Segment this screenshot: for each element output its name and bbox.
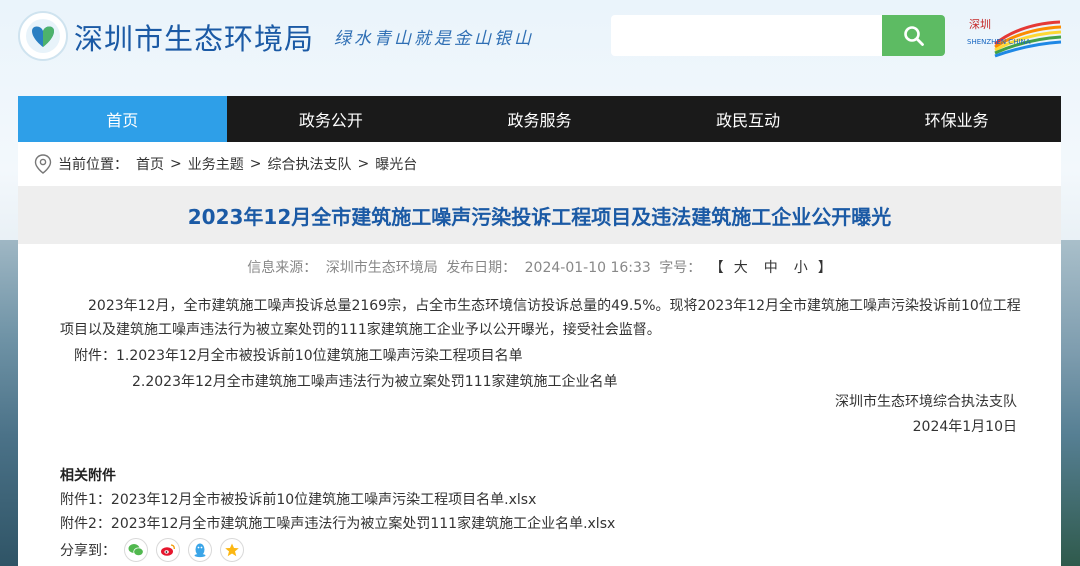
share-label: 分享到：	[60, 543, 116, 559]
title-band: 2023年12月全市建筑施工噪声污染投诉工程项目及违法建筑施工企业公开曝光	[18, 186, 1061, 244]
breadcrumb-enforcement[interactable]: 综合执法支队	[267, 154, 351, 174]
search-button[interactable]	[882, 15, 945, 56]
fontsize-large-button[interactable]: 大	[734, 260, 748, 276]
background-scenery-right	[1061, 240, 1080, 566]
shenzhen-china-logo: 深圳 SHENZHEN CHINA	[965, 14, 1063, 58]
search-icon	[903, 25, 924, 46]
share-bar: 分享到：	[60, 538, 244, 562]
signature-org: 深圳市生态环境综合执法支队	[835, 394, 1017, 410]
breadcrumb-prefix: 当前位置：	[58, 157, 128, 173]
site-logo-icon[interactable]	[18, 11, 68, 61]
nav-item-home[interactable]: 首页	[18, 96, 227, 142]
source-value: 深圳市生态环境局	[325, 260, 438, 276]
weibo-icon[interactable]	[156, 538, 180, 562]
bracket-close: 】	[817, 260, 832, 276]
nav-item-env-business[interactable]: 环保业务	[852, 96, 1061, 142]
site-title[interactable]: 深圳市生态环境局	[74, 16, 314, 58]
nav-item-gov-info[interactable]: 政务公开	[227, 96, 436, 142]
nav-item-gov-service[interactable]: 政务服务	[435, 96, 644, 142]
svg-text:SHENZHEN CHINA: SHENZHEN CHINA	[967, 38, 1031, 46]
qq-icon[interactable]	[188, 538, 212, 562]
fontsize-label: 字号：	[659, 260, 702, 276]
fontsize-small-button[interactable]: 小	[794, 260, 808, 276]
related-title: 相关附件	[60, 468, 116, 484]
main-nav: 首页 政务公开 政务服务 政民互动 环保业务	[18, 96, 1061, 142]
source-label: 信息来源：	[247, 260, 318, 276]
content-panel: 当前位置： 首页 > 业务主题 > 综合执法支队 > 曝光台 2023年12月全…	[18, 142, 1061, 566]
breadcrumb: 当前位置： 首页 > 业务主题 > 综合执法支队 > 曝光台	[34, 154, 417, 174]
article-meta: 信息来源： 深圳市生态环境局 发布日期： 2024-01-10 16:33 字号…	[18, 257, 1061, 277]
article-signature: 深圳市生态环境综合执法支队 2024年1月10日	[835, 390, 1017, 440]
attachment-link-1[interactable]: 附件1：2023年12月全市被投诉前10位建筑施工噪声污染工程项目名单.xlsx	[60, 492, 536, 508]
breadcrumb-separator: >	[249, 156, 262, 172]
breadcrumb-home[interactable]: 首页	[136, 154, 164, 174]
site-header: 深圳市生态环境局 绿水青山就是金山银山 深圳 SHENZHEN CHINA	[0, 0, 1080, 96]
signature-date: 2024年1月10日	[912, 419, 1017, 435]
background-scenery-left	[0, 240, 18, 566]
slogan: 绿水青山就是金山银山	[334, 29, 534, 49]
svg-text:深圳: 深圳	[969, 18, 991, 31]
wechat-icon[interactable]	[124, 538, 148, 562]
article-paragraph: 2023年12月，全市建筑施工噪声投诉总量2169宗，占全市生态环境信访投诉总量…	[60, 298, 1021, 338]
location-pin-icon	[34, 154, 52, 174]
attachment-link-2[interactable]: 附件2：2023年12月全市建筑施工噪声违法行为被立案处罚111家建筑施工企业名…	[60, 516, 615, 532]
nav-item-interaction[interactable]: 政民互动	[644, 96, 853, 142]
search-input[interactable]	[611, 15, 883, 56]
breadcrumb-separator: >	[170, 156, 182, 172]
date-label: 发布日期：	[446, 260, 517, 276]
bracket-open: 【	[709, 260, 724, 276]
attachment-line-1: 附件：1.2023年12月全市被投诉前10位建筑施工噪声污染工程项目名单	[74, 348, 523, 364]
article-title: 2023年12月全市建筑施工噪声污染投诉工程项目及违法建筑施工企业公开曝光	[187, 204, 892, 229]
date-value: 2024-01-10 16:33	[524, 260, 651, 276]
fontsize-medium-button[interactable]: 中	[764, 260, 778, 276]
breadcrumb-exposure[interactable]: 曝光台	[375, 154, 417, 174]
breadcrumb-topic[interactable]: 业务主题	[188, 154, 244, 174]
breadcrumb-separator: >	[357, 156, 370, 172]
related-attachments: 相关附件 附件1：2023年12月全市被投诉前10位建筑施工噪声污染工程项目名单…	[60, 464, 615, 536]
qzone-icon[interactable]	[220, 538, 244, 562]
article-body: 2023年12月，全市建筑施工噪声投诉总量2169宗，占全市生态环境信访投诉总量…	[60, 294, 1028, 396]
